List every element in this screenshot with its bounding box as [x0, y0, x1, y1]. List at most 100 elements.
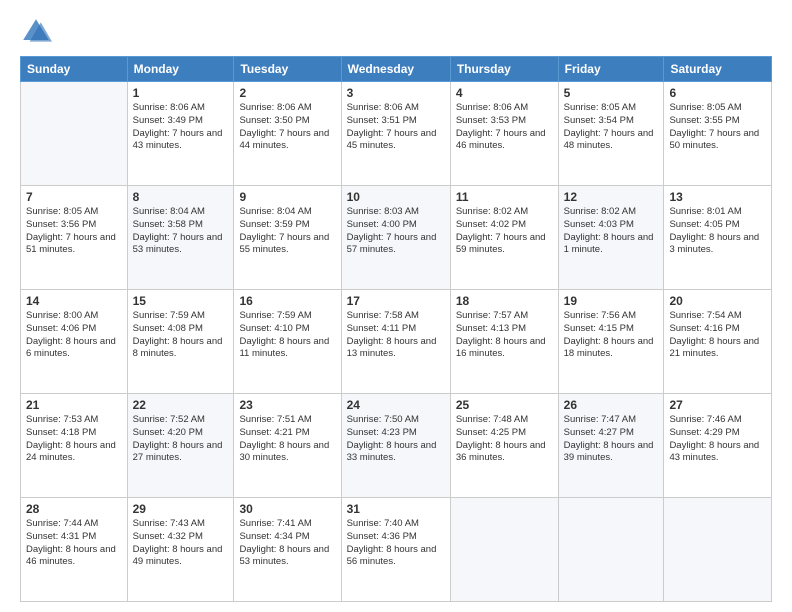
- day-info: Sunrise: 7:54 AMSunset: 4:16 PMDaylight:…: [669, 310, 759, 359]
- day-info: Sunrise: 8:05 AMSunset: 3:56 PMDaylight:…: [26, 206, 116, 255]
- day-header-wednesday: Wednesday: [341, 57, 450, 82]
- day-cell: 3 Sunrise: 8:06 AMSunset: 3:51 PMDayligh…: [341, 82, 450, 186]
- day-info: Sunrise: 7:44 AMSunset: 4:31 PMDaylight:…: [26, 518, 116, 567]
- day-info: Sunrise: 7:40 AMSunset: 4:36 PMDaylight:…: [347, 518, 437, 567]
- day-cell: [664, 498, 772, 602]
- day-info: Sunrise: 8:06 AMSunset: 3:50 PMDaylight:…: [239, 102, 329, 151]
- day-info: Sunrise: 8:05 AMSunset: 3:54 PMDaylight:…: [564, 102, 654, 151]
- day-cell: 2 Sunrise: 8:06 AMSunset: 3:50 PMDayligh…: [234, 82, 341, 186]
- day-info: Sunrise: 8:06 AMSunset: 3:53 PMDaylight:…: [456, 102, 546, 151]
- day-cell: 17 Sunrise: 7:58 AMSunset: 4:11 PMDaylig…: [341, 290, 450, 394]
- day-cell: 7 Sunrise: 8:05 AMSunset: 3:56 PMDayligh…: [21, 186, 128, 290]
- day-cell: 28 Sunrise: 7:44 AMSunset: 4:31 PMDaylig…: [21, 498, 128, 602]
- day-number: 4: [456, 86, 553, 100]
- day-info: Sunrise: 8:05 AMSunset: 3:55 PMDaylight:…: [669, 102, 759, 151]
- day-number: 24: [347, 398, 445, 412]
- day-info: Sunrise: 8:02 AMSunset: 4:02 PMDaylight:…: [456, 206, 546, 255]
- page: SundayMondayTuesdayWednesdayThursdayFrid…: [0, 0, 792, 612]
- week-row-1: 1 Sunrise: 8:06 AMSunset: 3:49 PMDayligh…: [21, 82, 772, 186]
- day-number: 19: [564, 294, 659, 308]
- day-cell: 4 Sunrise: 8:06 AMSunset: 3:53 PMDayligh…: [450, 82, 558, 186]
- day-number: 2: [239, 86, 335, 100]
- day-info: Sunrise: 7:59 AMSunset: 4:08 PMDaylight:…: [133, 310, 223, 359]
- day-number: 31: [347, 502, 445, 516]
- logo: [20, 16, 56, 48]
- day-info: Sunrise: 7:50 AMSunset: 4:23 PMDaylight:…: [347, 414, 437, 463]
- day-cell: 5 Sunrise: 8:05 AMSunset: 3:54 PMDayligh…: [558, 82, 664, 186]
- day-cell: [558, 498, 664, 602]
- day-number: 7: [26, 190, 122, 204]
- week-row-5: 28 Sunrise: 7:44 AMSunset: 4:31 PMDaylig…: [21, 498, 772, 602]
- calendar-body: 1 Sunrise: 8:06 AMSunset: 3:49 PMDayligh…: [21, 82, 772, 602]
- day-number: 6: [669, 86, 766, 100]
- day-number: 13: [669, 190, 766, 204]
- day-number: 3: [347, 86, 445, 100]
- day-number: 29: [133, 502, 229, 516]
- day-cell: 16 Sunrise: 7:59 AMSunset: 4:10 PMDaylig…: [234, 290, 341, 394]
- day-cell: 31 Sunrise: 7:40 AMSunset: 4:36 PMDaylig…: [341, 498, 450, 602]
- day-header-thursday: Thursday: [450, 57, 558, 82]
- day-info: Sunrise: 7:47 AMSunset: 4:27 PMDaylight:…: [564, 414, 654, 463]
- day-info: Sunrise: 8:06 AMSunset: 3:51 PMDaylight:…: [347, 102, 437, 151]
- week-row-4: 21 Sunrise: 7:53 AMSunset: 4:18 PMDaylig…: [21, 394, 772, 498]
- logo-icon: [20, 16, 52, 48]
- day-number: 21: [26, 398, 122, 412]
- day-cell: 10 Sunrise: 8:03 AMSunset: 4:00 PMDaylig…: [341, 186, 450, 290]
- day-cell: 19 Sunrise: 7:56 AMSunset: 4:15 PMDaylig…: [558, 290, 664, 394]
- day-header-tuesday: Tuesday: [234, 57, 341, 82]
- day-number: 12: [564, 190, 659, 204]
- day-info: Sunrise: 7:56 AMSunset: 4:15 PMDaylight:…: [564, 310, 654, 359]
- day-cell: 29 Sunrise: 7:43 AMSunset: 4:32 PMDaylig…: [127, 498, 234, 602]
- day-info: Sunrise: 7:57 AMSunset: 4:13 PMDaylight:…: [456, 310, 546, 359]
- day-cell: 23 Sunrise: 7:51 AMSunset: 4:21 PMDaylig…: [234, 394, 341, 498]
- day-cell: 15 Sunrise: 7:59 AMSunset: 4:08 PMDaylig…: [127, 290, 234, 394]
- day-cell: 27 Sunrise: 7:46 AMSunset: 4:29 PMDaylig…: [664, 394, 772, 498]
- header: [20, 16, 772, 48]
- day-number: 26: [564, 398, 659, 412]
- day-info: Sunrise: 8:01 AMSunset: 4:05 PMDaylight:…: [669, 206, 759, 255]
- day-info: Sunrise: 7:43 AMSunset: 4:32 PMDaylight:…: [133, 518, 223, 567]
- day-cell: 12 Sunrise: 8:02 AMSunset: 4:03 PMDaylig…: [558, 186, 664, 290]
- day-number: 25: [456, 398, 553, 412]
- day-info: Sunrise: 7:59 AMSunset: 4:10 PMDaylight:…: [239, 310, 329, 359]
- day-cell: 13 Sunrise: 8:01 AMSunset: 4:05 PMDaylig…: [664, 186, 772, 290]
- day-number: 5: [564, 86, 659, 100]
- day-number: 27: [669, 398, 766, 412]
- day-info: Sunrise: 7:51 AMSunset: 4:21 PMDaylight:…: [239, 414, 329, 463]
- day-info: Sunrise: 8:04 AMSunset: 3:58 PMDaylight:…: [133, 206, 223, 255]
- day-number: 30: [239, 502, 335, 516]
- day-cell: 8 Sunrise: 8:04 AMSunset: 3:58 PMDayligh…: [127, 186, 234, 290]
- day-info: Sunrise: 8:06 AMSunset: 3:49 PMDaylight:…: [133, 102, 223, 151]
- day-number: 8: [133, 190, 229, 204]
- day-cell: 22 Sunrise: 7:52 AMSunset: 4:20 PMDaylig…: [127, 394, 234, 498]
- day-info: Sunrise: 7:46 AMSunset: 4:29 PMDaylight:…: [669, 414, 759, 463]
- day-cell: 26 Sunrise: 7:47 AMSunset: 4:27 PMDaylig…: [558, 394, 664, 498]
- week-row-2: 7 Sunrise: 8:05 AMSunset: 3:56 PMDayligh…: [21, 186, 772, 290]
- day-cell: 18 Sunrise: 7:57 AMSunset: 4:13 PMDaylig…: [450, 290, 558, 394]
- day-info: Sunrise: 7:41 AMSunset: 4:34 PMDaylight:…: [239, 518, 329, 567]
- day-cell: 9 Sunrise: 8:04 AMSunset: 3:59 PMDayligh…: [234, 186, 341, 290]
- day-cell: 21 Sunrise: 7:53 AMSunset: 4:18 PMDaylig…: [21, 394, 128, 498]
- day-info: Sunrise: 8:03 AMSunset: 4:00 PMDaylight:…: [347, 206, 437, 255]
- day-info: Sunrise: 7:58 AMSunset: 4:11 PMDaylight:…: [347, 310, 437, 359]
- day-cell: 1 Sunrise: 8:06 AMSunset: 3:49 PMDayligh…: [127, 82, 234, 186]
- day-number: 10: [347, 190, 445, 204]
- day-cell: 6 Sunrise: 8:05 AMSunset: 3:55 PMDayligh…: [664, 82, 772, 186]
- day-number: 14: [26, 294, 122, 308]
- day-header-sunday: Sunday: [21, 57, 128, 82]
- day-info: Sunrise: 7:53 AMSunset: 4:18 PMDaylight:…: [26, 414, 116, 463]
- day-number: 16: [239, 294, 335, 308]
- day-cell: [21, 82, 128, 186]
- day-number: 23: [239, 398, 335, 412]
- day-number: 18: [456, 294, 553, 308]
- day-info: Sunrise: 8:02 AMSunset: 4:03 PMDaylight:…: [564, 206, 654, 255]
- day-header-saturday: Saturday: [664, 57, 772, 82]
- day-number: 20: [669, 294, 766, 308]
- day-header-friday: Friday: [558, 57, 664, 82]
- day-cell: 30 Sunrise: 7:41 AMSunset: 4:34 PMDaylig…: [234, 498, 341, 602]
- day-number: 22: [133, 398, 229, 412]
- calendar-table: SundayMondayTuesdayWednesdayThursdayFrid…: [20, 56, 772, 602]
- day-cell: 25 Sunrise: 7:48 AMSunset: 4:25 PMDaylig…: [450, 394, 558, 498]
- day-cell: 24 Sunrise: 7:50 AMSunset: 4:23 PMDaylig…: [341, 394, 450, 498]
- day-cell: 20 Sunrise: 7:54 AMSunset: 4:16 PMDaylig…: [664, 290, 772, 394]
